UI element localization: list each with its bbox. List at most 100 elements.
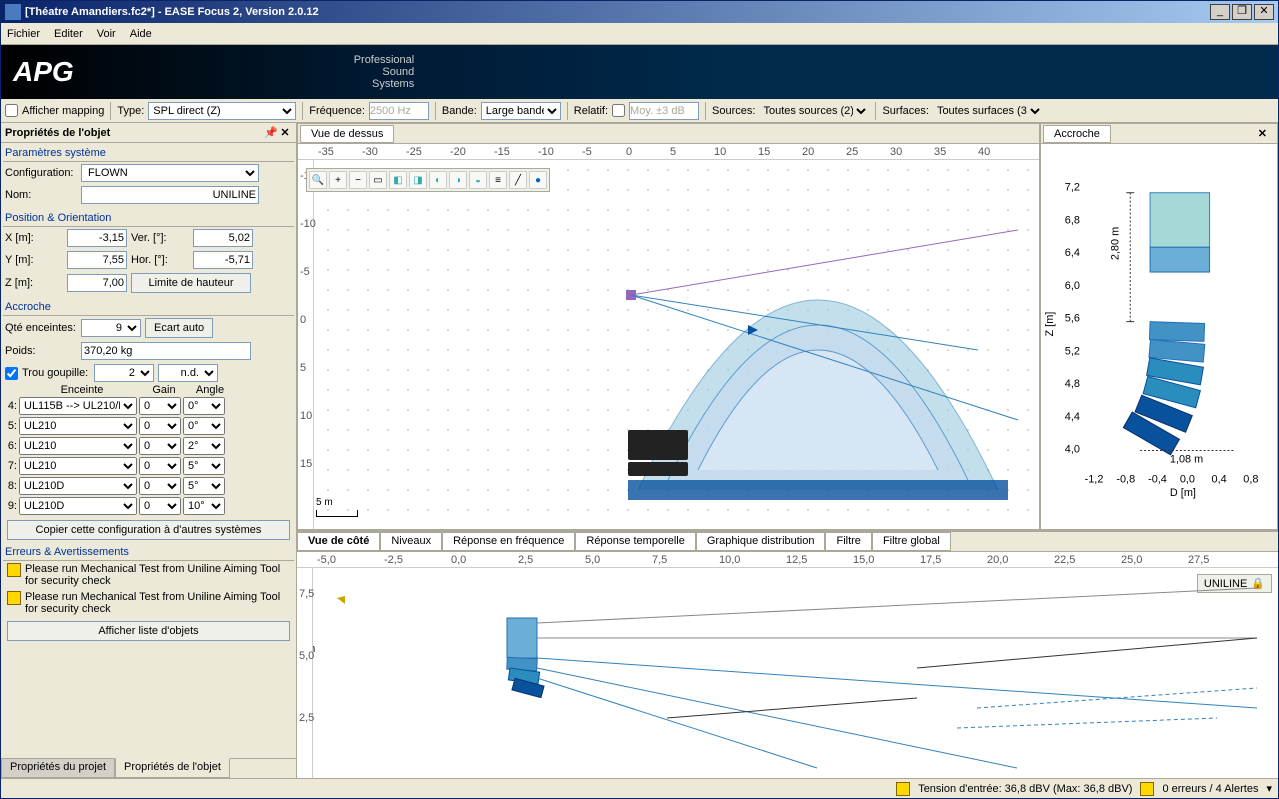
angle-select[interactable]: 5° [183,457,225,475]
type-label: Type: [117,105,144,117]
gain-select[interactable]: 0 [139,397,181,415]
warning-icon [7,591,21,605]
enceinte-select[interactable]: UL115B --> UL210/D [19,397,137,415]
copy-config-button[interactable]: Copier cette configuration à d'autres sy… [7,520,290,540]
height-limit-button[interactable]: Limite de hauteur [131,273,251,293]
angle-select[interactable]: 2° [183,437,225,455]
surfaces-select[interactable]: Toutes surfaces (3) [933,102,1043,120]
shape1-icon[interactable]: ◧ [389,171,407,189]
fit-icon[interactable]: ▭ [369,171,387,189]
pin-icon[interactable]: 📌 [264,126,278,140]
name-input[interactable] [81,186,259,204]
speaker-icon[interactable]: ● [529,171,547,189]
gain-select[interactable]: 0 [139,437,181,455]
bottom-tab-3[interactable]: Réponse temporelle [575,532,695,551]
shape5-icon[interactable]: ◒ [469,171,487,189]
angle-select[interactable]: 5° [183,477,225,495]
mapping-checkbox[interactable] [5,104,18,117]
config-select[interactable]: FLOWN [81,164,259,182]
hor-input[interactable] [193,251,253,269]
titlebar: [Théatre Amandiers.fc2*] - EASE Focus 2,… [1,1,1278,23]
angle-select[interactable]: 10° [183,497,225,515]
tab-object-props[interactable]: Propriétés de l'objet [115,758,230,778]
enceinte-select[interactable]: UL210 [19,437,137,455]
svg-text:5,6: 5,6 [1065,313,1080,325]
pinhole-nd-select[interactable]: n.d. [158,364,218,382]
side-view-canvas[interactable]: 7,55,02,5 🔍 + − ▭ ╱ ● UNILINE 🔒 [297,568,1278,778]
bottom-tab-6[interactable]: Filtre global [872,532,951,551]
top-view-canvas[interactable]: -15-10-5051015 🔍 + − ▭ ◧ ◨ ◐ ◑ ◒ ≡ [298,160,1039,529]
chevron-down-icon[interactable]: ▾ [1266,782,1272,795]
bottom-tab-4[interactable]: Graphique distribution [696,532,826,551]
angle-select[interactable]: 0° [183,417,225,435]
menu-file[interactable]: Fichier [7,28,40,40]
z-label: Z [m]: [5,277,63,289]
shape4-icon[interactable]: ◑ [449,171,467,189]
enceinte-select[interactable]: UL210 [19,417,137,435]
svg-text:0,8: 0,8 [1243,473,1258,485]
zoom-icon[interactable]: 🔍 [309,171,327,189]
z-input[interactable] [67,274,127,292]
rigging-tab[interactable]: Accroche [1043,125,1111,143]
ver-input[interactable] [193,229,253,247]
top-view-panel: Vue de dessus -35-30-25-20-15-10-5051015… [297,123,1040,530]
zoom-out-icon[interactable]: − [349,171,367,189]
top-view-tab[interactable]: Vue de dessus [300,125,394,143]
minimize-button[interactable]: _ [1210,4,1230,20]
enceinte-select[interactable]: UL210D [19,477,137,495]
shape3-icon[interactable]: ◐ [429,171,447,189]
svg-text:0,4: 0,4 [1212,473,1227,485]
row-index: 5: [5,420,17,432]
svg-text:0,0: 0,0 [1180,473,1195,485]
menu-help[interactable]: Aide [130,28,152,40]
show-object-list-button[interactable]: Afficher liste d'objets [7,621,290,641]
errors-count-label[interactable]: 0 erreurs / 4 Alertes [1162,783,1258,795]
menu-edit[interactable]: Editer [54,28,83,40]
sources-select[interactable]: Toutes sources (2) [759,102,869,120]
shape2-icon[interactable]: ◨ [409,171,427,189]
bottom-tab-1[interactable]: Niveaux [380,532,442,551]
x-input[interactable] [67,229,127,247]
menubar: Fichier Editer Voir Aide [1,23,1278,45]
auto-spread-button[interactable]: Ecart auto [145,318,213,338]
properties-panel: Propriétés de l'objet 📌 ✕ Paramètres sys… [1,123,297,778]
gain-select[interactable]: 0 [139,497,181,515]
menu-view[interactable]: Voir [97,28,116,40]
enceinte-select[interactable]: UL210D [19,497,137,515]
tab-project-props[interactable]: Propriétés du projet [1,759,115,778]
rigging-close-icon[interactable]: ✕ [1248,125,1277,142]
group-system: Paramètres système [3,145,294,162]
bottom-tab-0[interactable]: Vue de côté [297,532,380,551]
angle-select[interactable]: 0° [183,397,225,415]
stairs-icon[interactable]: ≡ [489,171,507,189]
row-index: 7: [5,460,17,472]
panel-close-icon[interactable]: ✕ [278,126,292,140]
zoom-in-icon[interactable]: + [329,171,347,189]
line-icon[interactable]: ╱ [509,171,527,189]
gain-select[interactable]: 0 [139,417,181,435]
enceinte-select[interactable]: UL210 [19,457,137,475]
svg-text:5,2: 5,2 [1065,345,1080,357]
band-select[interactable]: Large bande [481,102,561,120]
close-button[interactable]: ✕ [1254,4,1274,20]
maximize-button[interactable]: ❐ [1232,4,1252,20]
warning-icon [1140,782,1154,796]
input-voltage-label: Tension d'entrée: 36,8 dBV (Max: 36,8 dB… [918,783,1132,795]
y-input[interactable] [67,251,127,269]
bottom-tab-5[interactable]: Filtre [825,532,871,551]
svg-text:4,0: 4,0 [1065,444,1080,456]
y-label: Y [m]: [5,254,63,266]
surfaces-label: Surfaces: [882,105,928,117]
pinhole-checkbox[interactable] [5,367,18,380]
relative-checkbox[interactable] [612,104,625,117]
gain-select[interactable]: 0 [139,477,181,495]
options-toolbar: Afficher mapping Type: SPL direct (Z) Fr… [1,99,1278,123]
type-select[interactable]: SPL direct (Z) [148,102,296,120]
pinhole-select[interactable]: 2 [94,364,154,382]
bottom-ruler: -5,0-2,50,02,55,07,510,012,515,017,520,0… [297,552,1278,568]
gain-select[interactable]: 0 [139,457,181,475]
warning-text-1: Please run Mechanical Test from Uniline … [25,563,290,587]
qty-select[interactable]: 9 [81,319,141,337]
rigging-canvas[interactable]: Z [m] D [m] 7,26,86,46,05,65,24,84,44,0 … [1041,144,1277,529]
bottom-tab-2[interactable]: Réponse en fréquence [442,532,575,551]
